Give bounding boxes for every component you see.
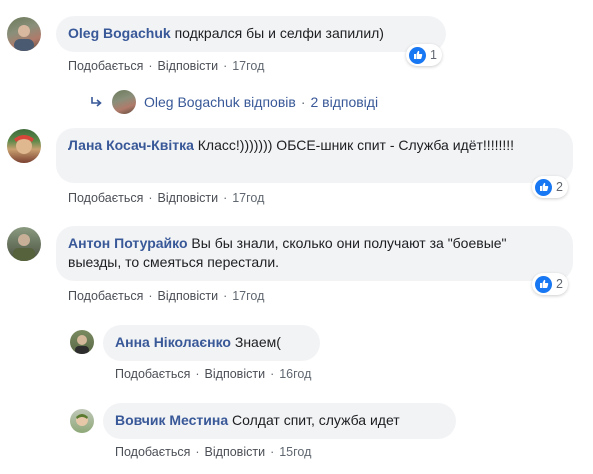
reply-bubble: Вовчик Местина Солдат спит, служба идет [103,403,456,439]
separator: · [148,289,153,303]
timestamp[interactable]: 17год [232,289,264,303]
reply-text: Знаем( [234,334,281,350]
separator: · [195,367,200,381]
reply-bubble: Анна Ніколаєнко Знаем( [103,325,320,361]
like-link[interactable]: Подобається [68,191,143,205]
separator: · [148,59,153,73]
timestamp[interactable]: 15год [279,445,311,459]
thumbs-up-icon [409,46,426,64]
separator: · [270,367,275,381]
avatar[interactable] [7,129,41,163]
comment-author[interactable]: Oleg Bogachuk [68,25,171,41]
separator: · [223,191,228,205]
avatar[interactable] [7,227,41,261]
separator: · [148,191,153,205]
reaction-number: 1 [430,48,437,62]
reply-link[interactable]: Відповісти [158,59,219,73]
reply-author[interactable]: Вовчик Местина [115,412,228,428]
thumbs-up-icon [535,275,552,293]
comment-author[interactable]: Антон Потурайко [68,235,188,251]
avatar-photo-icon [14,25,34,51]
reply-author[interactable]: Анна Ніколаєнко [115,334,231,350]
replies-author: Oleg Bogachuk [144,94,240,110]
thumbs-up-icon [535,178,552,196]
comment-bubble: Лана Косач-Квітка Класс!))))))) ОБСЕ-шни… [56,128,573,183]
replies-verb: відповів [243,94,296,110]
separator: · [300,94,306,110]
replies-count: 2 відповіді [310,94,379,110]
separator: · [223,59,228,73]
reaction-count[interactable]: 2 [532,273,568,295]
avatar-photo-icon [75,335,89,354]
like-link[interactable]: Подобається [68,59,143,73]
reply-link[interactable]: Відповісти [158,289,219,303]
comment-author[interactable]: Лана Косач-Квітка [68,137,194,153]
timestamp[interactable]: 17год [232,191,264,205]
reaction-number: 2 [556,180,563,194]
comment-actions: Подобається · Відповісти · 17год [68,191,264,205]
reaction-count[interactable]: 2 [532,176,568,198]
avatar[interactable] [70,330,94,354]
separator: · [195,445,200,459]
avatar-photo-icon [13,234,35,261]
avatar-photo-icon [14,135,34,154]
separator: · [270,445,275,459]
replies-summary[interactable]: Oleg Bogachuk відповів · 2 відповіді [88,90,378,114]
separator: · [223,289,228,303]
comment-bubble: Oleg Bogachuk подкрался бы и селфи запил… [56,16,446,52]
like-link[interactable]: Подобається [115,367,190,381]
comment-text: Класс!))))))) ОБСЕ-шник спит - Служба ид… [197,137,515,153]
reply-link[interactable]: Відповісти [205,445,266,459]
avatar [112,90,136,114]
reaction-count[interactable]: 1 [406,44,442,66]
avatar[interactable] [7,17,41,51]
like-link[interactable]: Подобається [115,445,190,459]
reply-link[interactable]: Відповісти [205,367,266,381]
reply-actions: Подобається · Відповісти · 16год [115,367,311,381]
avatar-photo-icon [76,414,88,426]
comment-text: подкрался бы и селфи запилил) [174,25,384,41]
reply-arrow-icon [91,97,102,107]
timestamp[interactable]: 16год [279,367,311,381]
like-link[interactable]: Подобається [68,289,143,303]
timestamp[interactable]: 17год [232,59,264,73]
comment-actions: Подобається · Відповісти · 17год [68,289,264,303]
reply-link[interactable]: Відповісти [158,191,219,205]
comment-actions: Подобається · Відповісти · 17год [68,59,264,73]
reply-actions: Подобається · Відповісти · 15год [115,445,311,459]
comment-bubble: Антон Потурайко Вы бы знали, сколько они… [56,226,573,281]
reaction-number: 2 [556,277,563,291]
avatar[interactable] [70,409,94,433]
reply-text: Солдат спит, служба идет [232,412,400,428]
